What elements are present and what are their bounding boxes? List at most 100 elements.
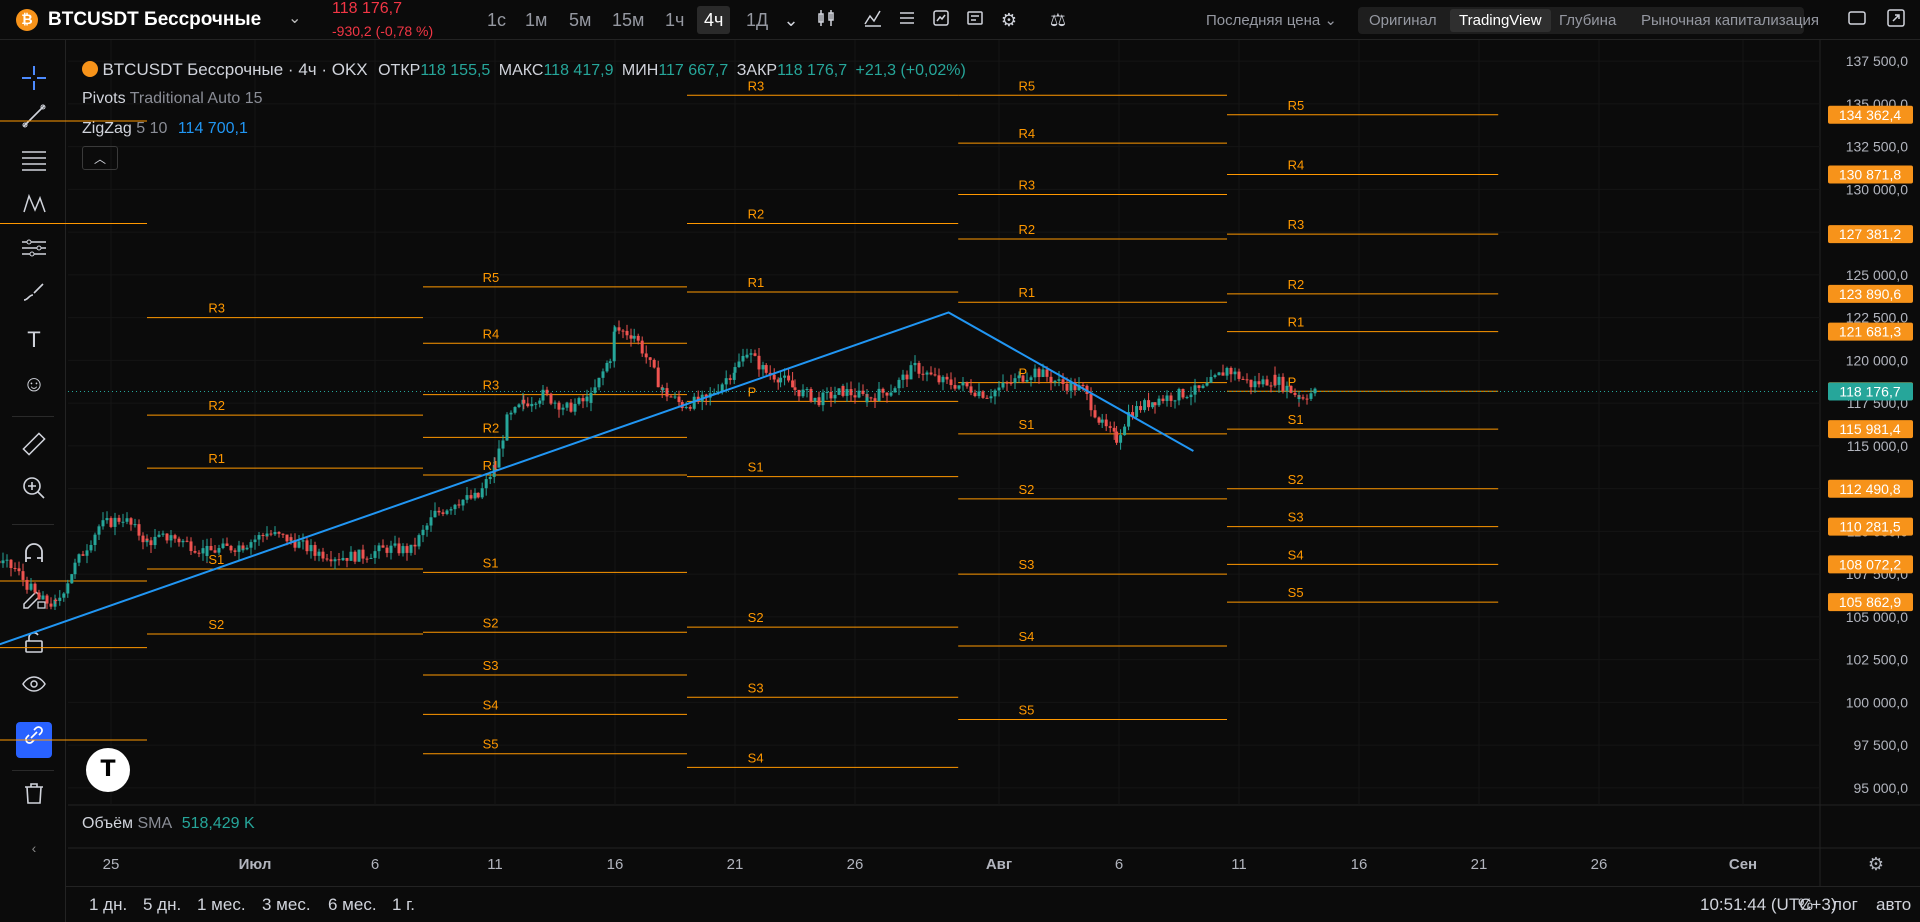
candle-body — [201, 548, 205, 554]
range-1m[interactable]: 1 мес. — [197, 895, 246, 915]
candle-body — [0, 560, 1, 564]
candle-body — [1033, 368, 1037, 378]
candle-body — [1181, 388, 1185, 398]
pivots-params: Traditional Auto 15 — [129, 90, 263, 107]
candle-body — [145, 538, 149, 541]
range-3m[interactable]: 3 мес. — [262, 895, 311, 915]
y-tick-label: 102 500,0 — [1846, 652, 1908, 668]
candle-body — [369, 557, 373, 559]
pivot-label: R3 — [748, 78, 765, 93]
price-badge-label: 118 176,7 — [1839, 384, 1900, 400]
candle-body — [737, 361, 741, 368]
time-axis[interactable]: 25 Июл 6 11 16 21 26 Авг 6 11 16 21 26 Сен ⚙ — [103, 854, 1884, 875]
candle-body — [1273, 374, 1277, 385]
percent-toggle[interactable]: % — [1798, 895, 1813, 915]
tradingview-logo[interactable]: T — [86, 748, 130, 792]
legend-change: +21,3 (+0,02%) — [855, 62, 966, 79]
collapse-legend-button[interactable]: ︿ — [82, 146, 118, 170]
candle-body — [109, 518, 113, 527]
zigzag-name: ZigZag — [82, 120, 132, 137]
candle-body — [632, 335, 636, 339]
candle-body — [724, 378, 728, 385]
candle-body — [70, 574, 74, 584]
candle-body — [873, 398, 877, 401]
zigzag-legend[interactable]: ZigZag 5 10 114 700,1 — [82, 120, 248, 138]
candle-body — [1301, 397, 1305, 399]
candle-body — [421, 529, 425, 536]
range-1y[interactable]: 1 г. — [392, 895, 415, 915]
pivot-label: R3 — [483, 378, 500, 393]
candle-body — [1201, 385, 1205, 388]
zigzag-path — [0, 311, 1194, 646]
auto-toggle[interactable]: авто — [1876, 895, 1911, 915]
x-tick-label: 16 — [1351, 856, 1368, 873]
candle-body — [1053, 380, 1057, 383]
price-badge-label: 110 281,5 — [1839, 519, 1900, 535]
pivot-label: S2 — [748, 610, 764, 625]
legend-title: BTCUSDT Бессрочные · 4ч · OKX — [102, 60, 368, 79]
candle-body — [205, 545, 209, 556]
candle-body — [977, 391, 981, 397]
pivot-label: R1 — [748, 275, 765, 290]
candle-body — [509, 412, 513, 415]
candle-body — [1049, 376, 1053, 383]
candle-body — [133, 524, 137, 526]
candle-body — [1309, 393, 1313, 399]
candle-body — [1173, 400, 1177, 402]
candle-body — [1100, 419, 1104, 423]
pivot-label: S5 — [1019, 702, 1035, 717]
candle-body — [577, 398, 581, 404]
y-tick-label: 137 500,0 — [1846, 53, 1908, 69]
price-axis[interactable]: 137 500,0135 000,0132 500,0130 000,0127 … — [1828, 53, 1913, 796]
range-5d[interactable]: 5 дн. — [143, 895, 181, 915]
candle-body — [585, 396, 589, 402]
candle-body — [1261, 379, 1265, 385]
candle-body — [137, 524, 141, 536]
candle-body — [13, 568, 17, 570]
candle-body — [665, 388, 669, 397]
candle-body — [41, 595, 45, 600]
candle-body — [1249, 379, 1253, 388]
candle-body — [233, 550, 237, 552]
candle-body — [89, 545, 93, 551]
candle-body — [617, 327, 621, 331]
price-chart[interactable]: R5R4PS1S2R3R2R1S1S2R5R4R3R2R1S1S2S3S4S5R… — [0, 0, 1920, 922]
candle-body — [165, 533, 169, 541]
candle-body — [865, 397, 869, 403]
pivot-label: S5 — [1288, 585, 1304, 600]
legend-close-label: ЗАКР — [736, 62, 778, 79]
volume-legend[interactable]: Объём SMA 518,429 K — [82, 815, 255, 833]
candle-body — [449, 509, 453, 511]
range-1d[interactable]: 1 дн. — [89, 895, 127, 915]
candle-body — [749, 353, 753, 355]
candle-body — [761, 365, 765, 370]
candle-body — [953, 385, 957, 389]
candle-body — [648, 357, 652, 360]
pivot-label: S2 — [483, 615, 499, 630]
candle-body — [889, 392, 893, 396]
candle-body — [945, 376, 949, 380]
candle-body — [361, 549, 365, 559]
candle-body — [825, 391, 829, 393]
candle-body — [881, 388, 885, 393]
candle-body — [1021, 375, 1025, 382]
candle-body — [113, 517, 117, 527]
candle-body — [305, 540, 309, 552]
candle-body — [488, 476, 492, 480]
candle-body — [1017, 375, 1021, 379]
candle-body — [821, 392, 825, 406]
log-toggle[interactable]: лог — [1832, 895, 1858, 915]
pivots-legend[interactable]: Pivots Traditional Auto 15 — [82, 90, 263, 108]
candle-body — [1241, 378, 1245, 380]
range-6m[interactable]: 6 мес. — [328, 895, 377, 915]
candle-body — [1104, 419, 1108, 427]
candle-body — [197, 552, 201, 554]
clock[interactable]: 10:51:44 (UTC+3) — [1700, 895, 1837, 915]
candle-body — [465, 495, 469, 500]
candle-body — [573, 403, 577, 412]
bottom-toolbar: 1 дн. 5 дн. 1 мес. 3 мес. 6 мес. 1 г. 10… — [66, 886, 1920, 922]
candle-body — [549, 393, 553, 404]
candle-body — [257, 535, 261, 540]
candle-body — [476, 492, 480, 498]
candle-body — [480, 488, 484, 498]
